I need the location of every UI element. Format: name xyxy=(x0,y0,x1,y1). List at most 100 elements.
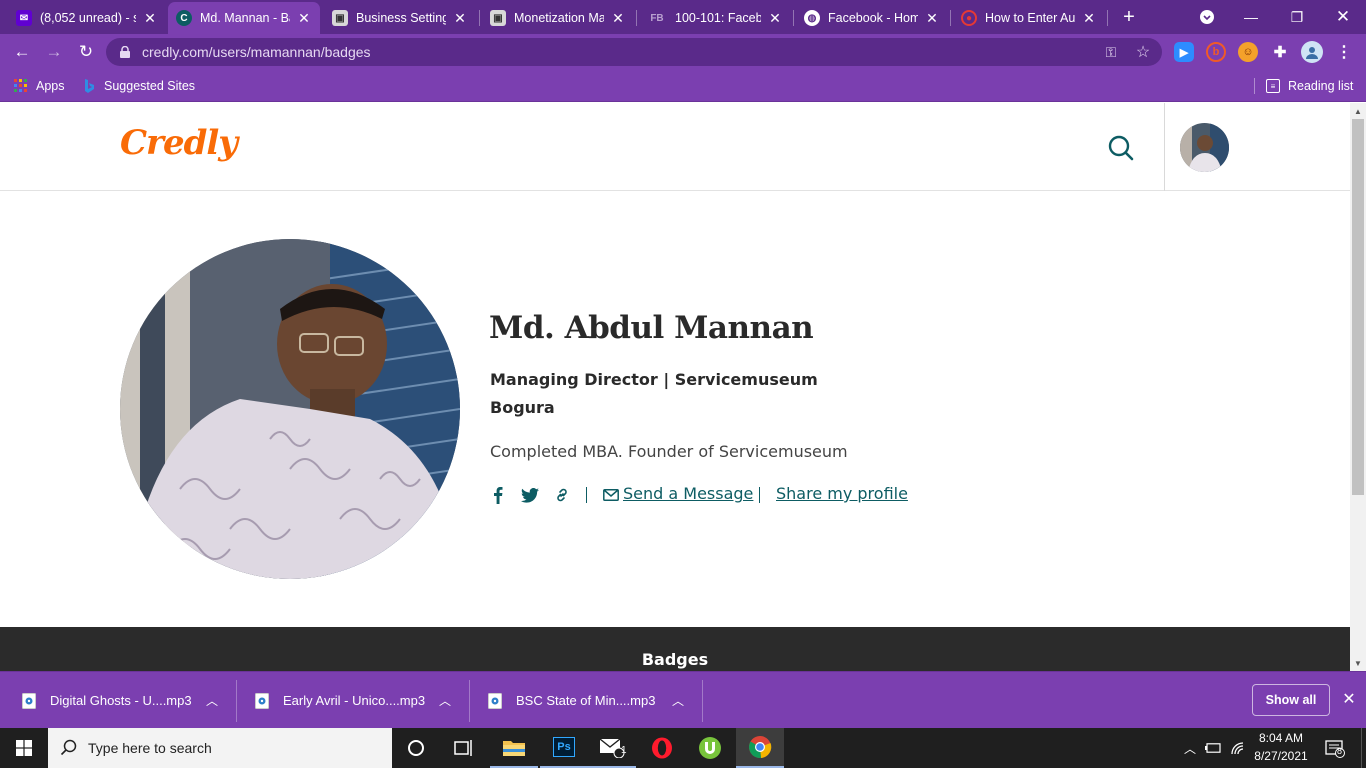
tab-monetization[interactable]: ▣ Monetization Ma ✕ xyxy=(482,4,634,32)
chevron-up-icon[interactable]: ︿ xyxy=(206,692,218,709)
chevron-up-icon[interactable]: ︿ xyxy=(439,692,451,709)
credly-logo[interactable]: Credly xyxy=(120,123,238,163)
clock-time[interactable]: 8:04 AM xyxy=(1252,731,1310,745)
link-icon[interactable] xyxy=(552,485,572,505)
profile-location: Bogura xyxy=(490,398,555,417)
yahoo-mail-icon: ✉ xyxy=(16,10,32,26)
twitter-icon[interactable] xyxy=(520,485,540,505)
facebook-business-icon: ▣ xyxy=(490,10,506,26)
audio-file-icon xyxy=(488,692,502,709)
scroll-down-icon[interactable]: ▼ xyxy=(1350,655,1366,671)
bing-icon xyxy=(85,79,94,93)
star-bookmark-icon[interactable]: ☆ xyxy=(1134,43,1152,61)
battery-icon[interactable] xyxy=(1204,740,1222,756)
close-icon[interactable]: ✕ xyxy=(1340,690,1358,708)
bookmark-suggested-sites[interactable]: Suggested Sites xyxy=(82,77,195,95)
forward-arrow-icon[interactable]: → xyxy=(42,40,66,64)
header-divider xyxy=(1164,103,1165,191)
wifi-icon[interactable] xyxy=(1229,740,1247,756)
download-item[interactable]: Early Avril - Unico....mp3 ︿ xyxy=(233,672,469,729)
bookmark-label: Apps xyxy=(36,79,65,93)
badges-section: Badges xyxy=(0,627,1350,671)
fb-text-icon: FB xyxy=(650,12,664,24)
close-icon[interactable]: ✕ xyxy=(1081,10,1097,27)
minimize-icon[interactable]: — xyxy=(1228,0,1274,34)
windows-start-icon[interactable] xyxy=(0,728,48,768)
credly-page: Credly Md. Abdul Mannan Managing Directo… xyxy=(0,103,1350,671)
show-all-button[interactable]: Show all xyxy=(1252,684,1330,716)
notification-center-icon[interactable]: 8 xyxy=(1324,739,1346,759)
new-tab-plus-icon[interactable]: + xyxy=(1106,0,1152,34)
show-desktop-button[interactable] xyxy=(1361,728,1366,768)
user-avatar[interactable] xyxy=(1180,123,1229,172)
tab-facebook-101[interactable]: FB 100-101: Faceboo ✕ xyxy=(639,4,791,32)
tray-expand-chevron-icon[interactable]: ︿ xyxy=(1181,740,1199,756)
chrome-menu-icon[interactable]: ⋮ xyxy=(1334,42,1354,62)
tab-title: 100-101: Faceboo xyxy=(675,11,761,25)
url-text[interactable]: credly.com/users/mamannan/badges xyxy=(142,44,371,60)
scroll-thumb[interactable] xyxy=(1352,119,1364,495)
profile-avatar-icon[interactable] xyxy=(1301,41,1323,63)
tab-how-to-enter[interactable]: ● How to Enter Au ✕ xyxy=(953,4,1105,32)
utorrent-icon[interactable] xyxy=(686,728,734,768)
task-view-icon[interactable] xyxy=(440,728,488,768)
download-item[interactable]: Digital Ghosts - U....mp3 ︿ xyxy=(0,672,236,729)
close-icon[interactable]: ✕ xyxy=(610,10,626,27)
reading-list-button[interactable]: ≡ Reading list xyxy=(1266,77,1353,95)
cortana-icon[interactable] xyxy=(392,728,440,768)
opera-icon[interactable] xyxy=(638,728,686,768)
facebook-icon[interactable] xyxy=(488,485,508,505)
profile-actions: Send a Message Share my profile xyxy=(490,483,990,507)
profile-bio: Completed MBA. Founder of Servicemuseum xyxy=(490,442,848,461)
zoom-extension-icon[interactable]: ▶ xyxy=(1174,42,1194,62)
profile-name: Md. Abdul Mannan xyxy=(489,310,814,346)
credly-icon: C xyxy=(176,10,192,26)
tab-credly[interactable]: C Md. Mannan - Ba ✕ xyxy=(168,2,320,34)
photoshop-icon[interactable]: Ps xyxy=(540,728,588,768)
tab-business-settings[interactable]: ▣ Business Settings ✕ xyxy=(324,4,476,32)
window-close-icon[interactable]: ✕ xyxy=(1320,0,1366,34)
scroll-up-icon[interactable]: ▲ xyxy=(1350,103,1366,119)
reload-icon[interactable]: ↻ xyxy=(74,40,98,64)
tab-title: Md. Mannan - Ba xyxy=(200,11,290,25)
bookmarks-divider xyxy=(1254,78,1255,94)
omnibox[interactable]: credly.com/users/mamannan/badges ⚿ ☆ xyxy=(106,38,1162,66)
file-explorer-icon[interactable] xyxy=(490,728,538,768)
audio-file-icon xyxy=(22,692,36,709)
page-scrollbar[interactable]: ▲ ▼ xyxy=(1350,103,1366,671)
bitly-extension-icon[interactable]: b xyxy=(1206,42,1226,62)
chrome-icon[interactable] xyxy=(736,728,784,768)
close-icon[interactable]: ✕ xyxy=(452,10,468,27)
close-icon[interactable]: ✕ xyxy=(296,10,312,27)
tab-title: Facebook - Home xyxy=(828,11,918,25)
bookmark-apps[interactable]: Apps xyxy=(14,77,65,95)
close-icon[interactable]: ✕ xyxy=(767,10,783,27)
ghost-extension-icon[interactable]: ☺ xyxy=(1238,42,1258,62)
mail-icon[interactable]: 1 xyxy=(588,728,636,768)
share-profile-link[interactable]: Share my profile xyxy=(776,484,908,503)
lock-icon[interactable] xyxy=(116,43,134,61)
chevron-up-icon[interactable]: ︿ xyxy=(672,692,684,709)
extensions-puzzle-icon[interactable]: ✚ xyxy=(1270,42,1290,62)
restore-icon[interactable]: ❐ xyxy=(1274,0,1320,34)
taskbar-search-box[interactable]: Type here to search xyxy=(48,728,392,768)
tab-title: (8,052 unread) - s xyxy=(40,11,136,25)
envelope-icon xyxy=(601,485,621,505)
search-icon[interactable] xyxy=(1106,133,1136,163)
tab-search-chevron-icon[interactable] xyxy=(1184,0,1230,34)
tab-title: Business Settings xyxy=(356,11,446,25)
tab-title: How to Enter Au xyxy=(985,11,1075,25)
browser-tab-strip: ✉ (8,052 unread) - s ✕ C Md. Mannan - Ba… xyxy=(0,0,1366,34)
key-icon[interactable]: ⚿ xyxy=(1102,43,1120,61)
tab-yahoo-mail[interactable]: ✉ (8,052 unread) - s ✕ xyxy=(8,4,166,32)
notification-count: 8 xyxy=(1337,746,1343,756)
close-icon[interactable]: ✕ xyxy=(924,10,940,27)
download-divider xyxy=(702,680,703,722)
close-icon[interactable]: ✕ xyxy=(142,10,158,27)
windows-taskbar: Type here to search Ps 1 ︿ 8:04 AM 8/27/… xyxy=(0,728,1366,768)
clock-date[interactable]: 8/27/2021 xyxy=(1250,749,1312,763)
tab-facebook-home[interactable]: ◍ Facebook - Home ✕ xyxy=(796,4,948,32)
back-arrow-icon[interactable]: ← xyxy=(10,40,34,64)
send-message-link[interactable]: Send a Message xyxy=(623,484,753,503)
download-item[interactable]: BSC State of Min....mp3 ︿ xyxy=(466,672,702,729)
